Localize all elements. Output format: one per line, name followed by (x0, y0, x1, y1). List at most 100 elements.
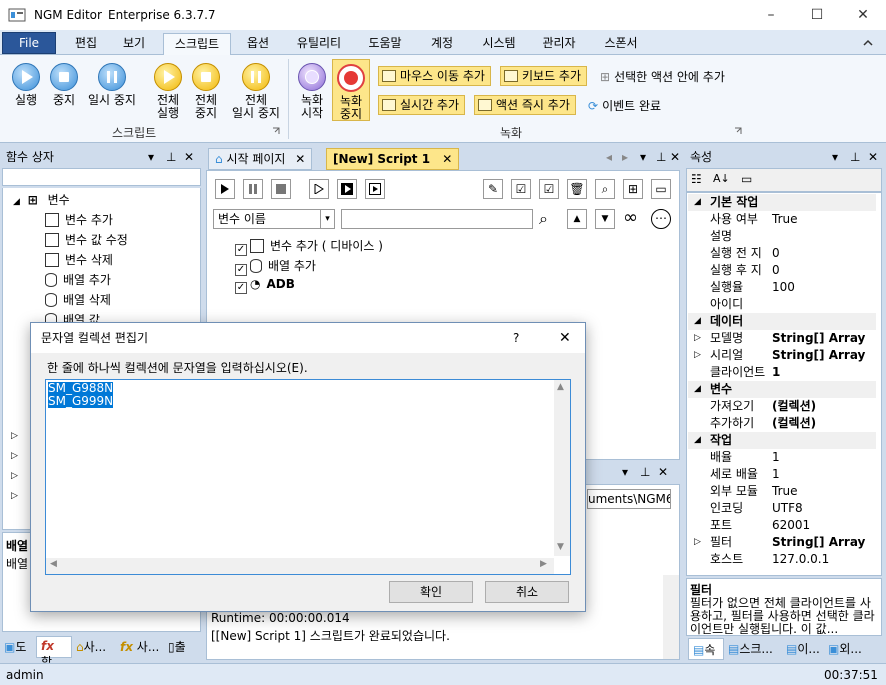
help-button[interactable]: ? (513, 323, 519, 353)
tab-scroll-left-icon[interactable]: ◂ (606, 150, 612, 164)
property-row[interactable]: 포트 62001 (688, 517, 876, 534)
add-in-selected-action-button[interactable]: ⊞ 선택한 액션 안에 추가 (600, 68, 725, 85)
property-category[interactable]: ◢ 기본 작업 (688, 194, 876, 211)
property-row[interactable]: 가져오기 (컬렉션) (688, 398, 876, 415)
collapse-arrow-icon[interactable]: ◢ (694, 313, 701, 330)
property-category[interactable]: ◢ 변수 (688, 381, 876, 398)
tab-function[interactable]: fx 함 (36, 636, 72, 669)
scroll-down-icon[interactable]: ▼ (557, 542, 564, 552)
sort-alpha-icon[interactable]: A↓ (713, 172, 730, 185)
close-panel-icon[interactable]: ✕ (658, 465, 668, 479)
move-down-icon[interactable]: ▼ (595, 209, 615, 229)
action-row[interactable]: ✓ 변수 추가 ( 디바이스 ) (235, 237, 383, 256)
stop-all-button[interactable]: 전체 중지 (188, 63, 224, 120)
property-row[interactable]: 호스트 127.0.0.1 (688, 551, 876, 568)
tree-item-add-array[interactable]: 배열 추가 (45, 271, 111, 288)
menu-file[interactable]: File (2, 32, 56, 54)
tab-event[interactable]: ▤이... (786, 640, 820, 657)
tree-item-edit-variable[interactable]: 변수 값 수정 (45, 231, 128, 248)
run-selected-icon[interactable] (365, 179, 385, 199)
close-window-button[interactable]: ✕ (840, 0, 886, 30)
property-value[interactable]: (컬렉션) (772, 415, 816, 432)
menu-admin[interactable]: 관리자 (534, 33, 584, 55)
horizontal-scrollbar[interactable]: ◀ ▶ (46, 558, 554, 574)
collapsed-arrow-icon[interactable]: ▷ (11, 431, 18, 441)
property-value[interactable]: 1 (772, 364, 780, 381)
tab-output[interactable]: ▯출 (168, 638, 186, 655)
property-row[interactable]: 실행 후 지 0 (688, 262, 876, 279)
property-row[interactable]: 외부 모듈 True (688, 483, 876, 500)
scroll-right-icon[interactable]: ▶ (540, 559, 547, 569)
close-tab-icon[interactable]: ✕ (442, 152, 452, 166)
tab-user-function[interactable]: ⌂사... (76, 638, 106, 655)
cancel-button[interactable]: 취소 (485, 581, 569, 603)
search-icon[interactable]: ⌕ (539, 209, 548, 229)
property-row[interactable]: 배율 1 (688, 449, 876, 466)
add-keyboard-button[interactable]: 키보드 추가 (500, 66, 588, 86)
more-icon[interactable]: ⋯ (651, 209, 671, 229)
property-row[interactable]: 인코딩 UTF8 (688, 500, 876, 517)
tab-script1[interactable]: [New] Script 1 ✕ (326, 148, 460, 170)
property-value[interactable]: 62001 (772, 517, 810, 534)
pause-button[interactable]: 일시 중지 (84, 63, 140, 107)
collapse-arrow-icon[interactable]: ◢ (694, 194, 701, 211)
run-from-here-icon[interactable] (337, 179, 357, 199)
menu-help[interactable]: 도움말 (360, 33, 410, 55)
pin-icon[interactable]: ⊥ (166, 146, 176, 168)
property-value[interactable]: (컬렉션) (772, 398, 816, 415)
pin-icon[interactable]: ⊥ (850, 146, 860, 168)
dropdown-icon[interactable]: ▾ (148, 146, 154, 168)
tree-root-variables[interactable]: ◢ ⊞ 변수 (13, 191, 70, 208)
tree-item-delete-array[interactable]: 배열 삭제 (45, 291, 111, 308)
menu-options[interactable]: 옵션 (238, 33, 278, 55)
pause-all-button[interactable]: 전체 일시 중지 (228, 63, 284, 120)
variable-name-dropdown[interactable]: 변수 이름 ▾ (213, 209, 335, 229)
menu-system[interactable]: 시스템 (474, 33, 524, 55)
property-row[interactable]: ▷ 시리얼 String[] Array (688, 347, 876, 364)
record-stop-button[interactable]: 녹화 중지 (332, 59, 370, 121)
vertical-scrollbar[interactable]: ▲ ▼ (554, 380, 570, 556)
collapsed-arrow-icon[interactable]: ▷ (11, 471, 18, 481)
property-value[interactable]: String[] Array (772, 534, 865, 551)
property-value[interactable]: 0 (772, 245, 780, 262)
property-value[interactable]: 1 (772, 466, 780, 483)
close-dialog-icon[interactable]: ✕ (559, 323, 571, 353)
monitor-icon[interactable]: ▭ (651, 179, 671, 199)
scroll-left-icon[interactable]: ◀ (50, 559, 57, 569)
property-row[interactable]: 설명 (688, 228, 876, 245)
check-all-icon[interactable]: ☑ (511, 179, 531, 199)
strings-textarea[interactable]: SM_G988N SM_G999N ▲ ▼ ◀ ▶ (45, 379, 571, 575)
expand-arrow-icon[interactable]: ▷ (694, 330, 701, 347)
property-row[interactable]: 사용 여부 True (688, 211, 876, 228)
realtime-add-button[interactable]: 실시간 추가 (378, 95, 466, 115)
play-icon[interactable] (215, 179, 235, 199)
menu-account[interactable]: 계정 (420, 33, 464, 55)
edit-icon[interactable]: ✎ (483, 179, 503, 199)
minimize-button[interactable]: – (748, 0, 794, 30)
close-panel-icon[interactable]: ✕ (868, 146, 878, 168)
maximize-button[interactable]: ☐ (794, 0, 840, 30)
collapsed-arrow-icon[interactable]: ▷ (11, 451, 18, 461)
check-icon[interactable]: ☑ (539, 179, 559, 199)
property-value[interactable]: 1 (772, 449, 780, 466)
ok-button[interactable]: 확인 (389, 581, 473, 603)
tree-item-add-variable[interactable]: 변수 추가 (45, 211, 113, 228)
tab-start-page[interactable]: ⌂ 시작 페이지 ✕ (208, 148, 313, 170)
tab-scroll-right-icon[interactable]: ▸ (622, 150, 628, 164)
dropdown-icon[interactable]: ▾ (832, 146, 838, 168)
pin-icon[interactable]: ⊥ (656, 150, 666, 164)
checkbox-icon[interactable]: ✓ (235, 282, 247, 294)
loop-icon[interactable]: ∞ (623, 207, 638, 228)
move-up-icon[interactable]: ▲ (567, 209, 587, 229)
property-value[interactable]: 127.0.0.1 (772, 551, 829, 568)
tab-user-fx[interactable]: fx 사... (120, 638, 159, 655)
menu-utility[interactable]: 유틸리티 (286, 33, 352, 55)
pause-icon[interactable] (243, 179, 263, 199)
stop-button[interactable]: 중지 (46, 63, 82, 107)
property-value[interactable]: UTF8 (772, 500, 803, 517)
event-done-button[interactable]: ⟳ 이벤트 완료 (588, 97, 661, 114)
add-mouse-move-button[interactable]: 마우스 이동 추가 (378, 66, 491, 86)
output-scrollbar[interactable] (663, 575, 679, 659)
expand-arrow-icon[interactable]: ▷ (694, 347, 701, 364)
pin-icon[interactable]: ⊥ (640, 465, 650, 479)
